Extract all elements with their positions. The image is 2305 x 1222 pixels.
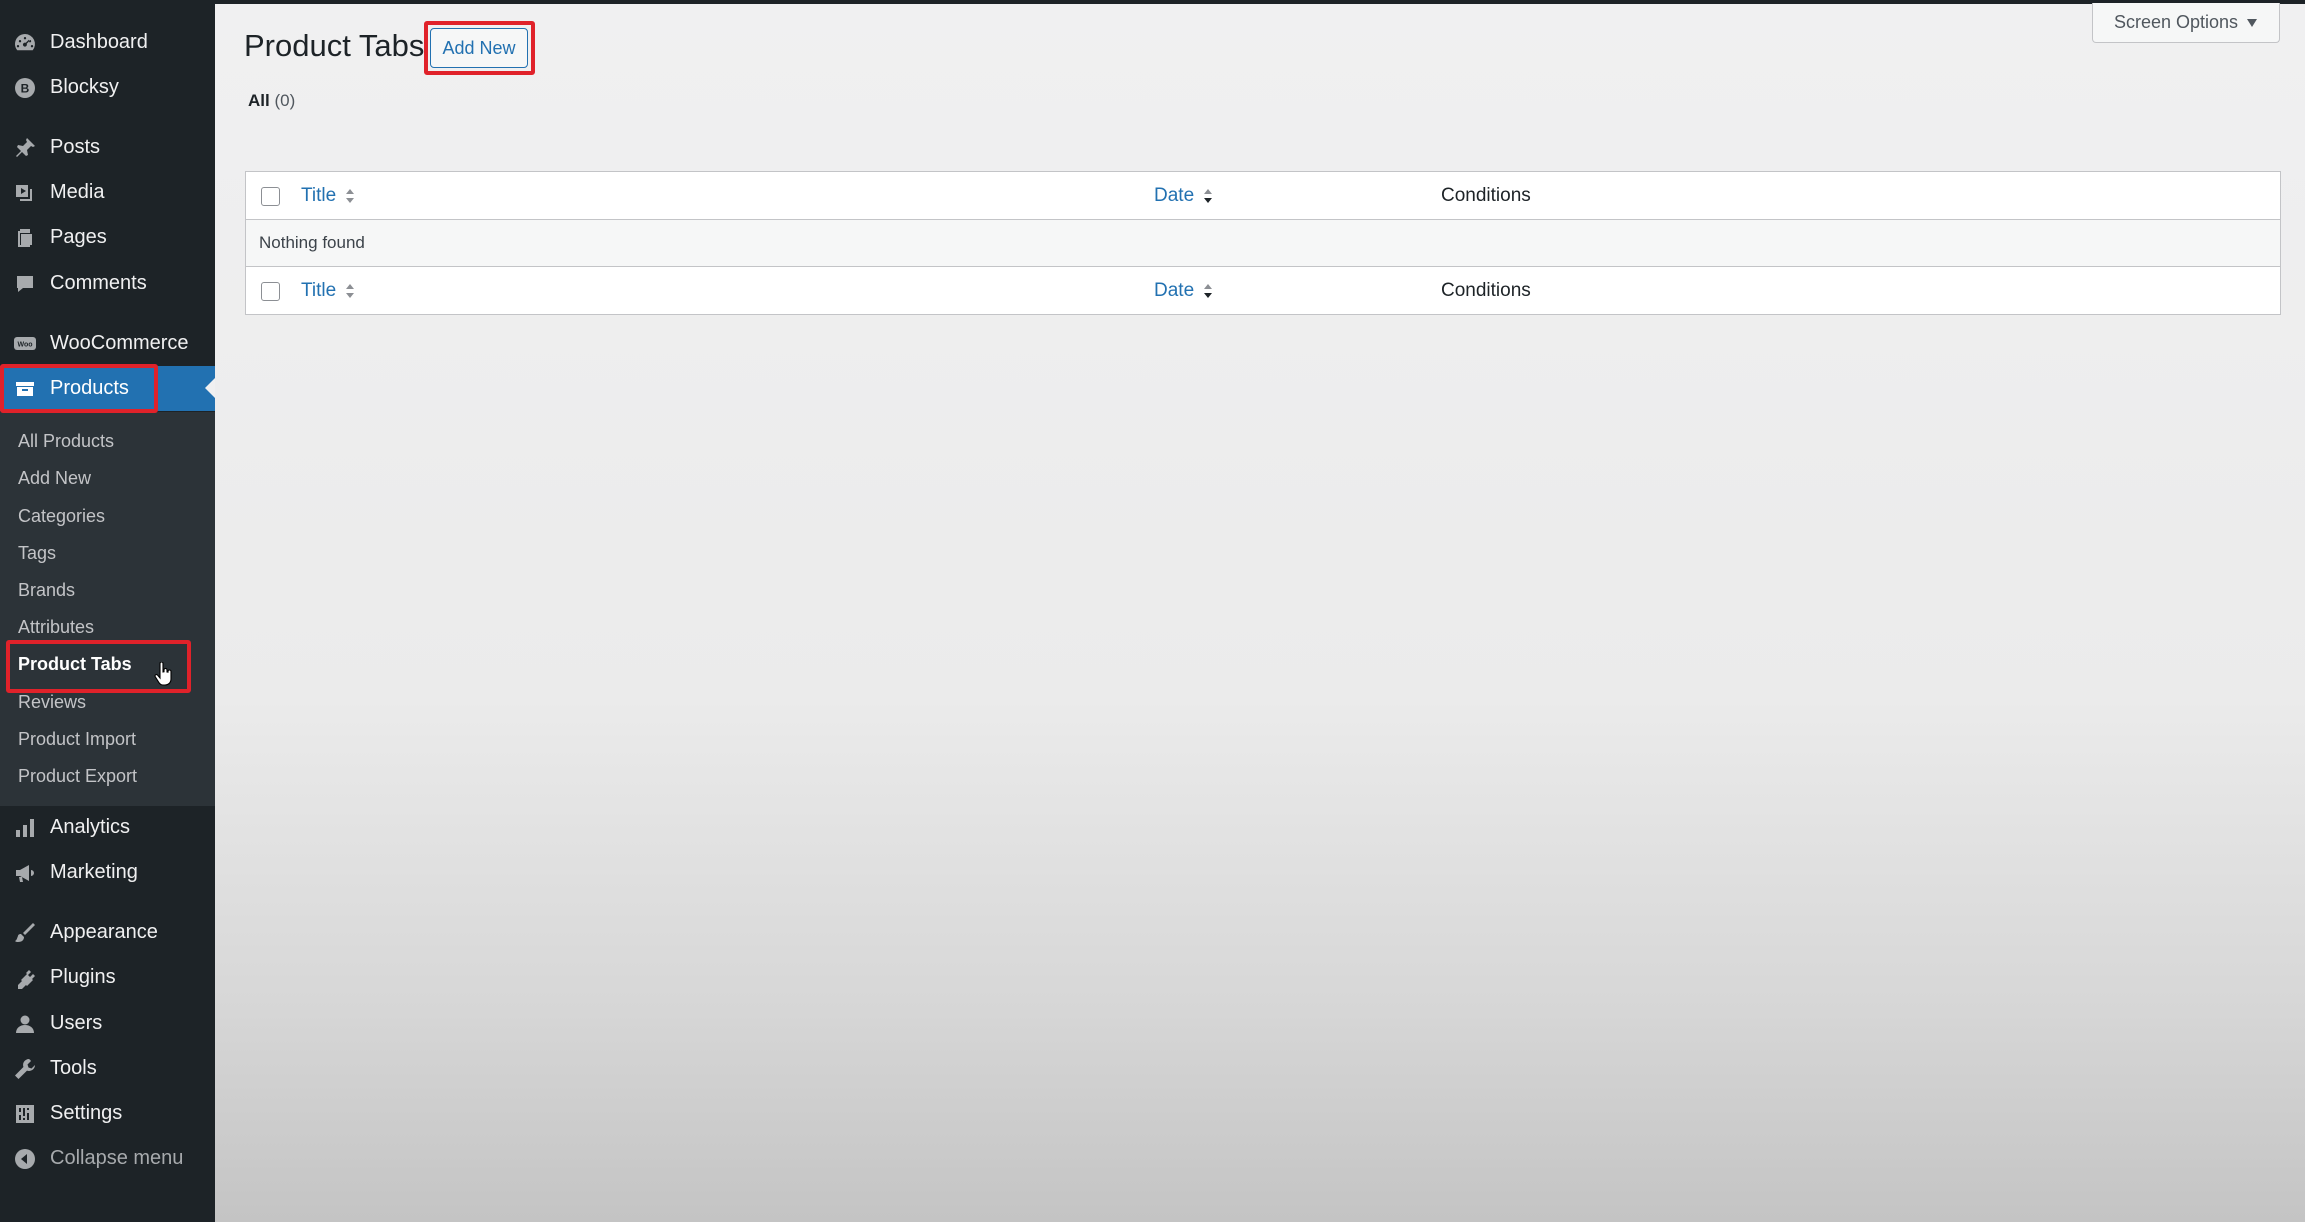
- submenu-item-product-export[interactable]: Product Export: [18, 761, 137, 791]
- sidebar-item-label: Comments: [50, 272, 147, 294]
- column-title-sort[interactable]: Title: [301, 185, 356, 207]
- sidebar-item-label: Plugins: [50, 966, 116, 988]
- screen-options-label: Screen Options: [2113, 12, 2239, 32]
- column-date-label: Date: [1154, 280, 1195, 301]
- sidebar-item-plugins[interactable]: Plugins: [0, 955, 215, 1000]
- svg-text:Woo: Woo: [17, 341, 32, 348]
- woo-icon: Woo: [12, 331, 38, 357]
- sort-desc-icon: [1204, 284, 1213, 298]
- sidebar-item-comments[interactable]: Comments: [0, 261, 215, 306]
- sidebar-item-label: Appearance: [50, 921, 158, 943]
- sidebar-item-media[interactable]: Media: [0, 170, 215, 215]
- submenu-item-brands[interactable]: Brands: [18, 575, 75, 605]
- wrench-icon: [12, 1056, 38, 1082]
- sidebar-item-label: Dashboard: [50, 31, 148, 53]
- table-row-empty: Nothing found: [246, 220, 2280, 267]
- column-date-sort[interactable]: Date: [1154, 185, 1214, 207]
- sidebar-item-label: Users: [50, 1012, 103, 1034]
- svg-text:B: B: [21, 81, 30, 95]
- submenu-item-add-new[interactable]: Add New: [18, 463, 91, 493]
- sidebar-item-label: Settings: [50, 1102, 123, 1124]
- sidebar-item-users[interactable]: Users: [0, 1001, 215, 1046]
- sidebar-item-appearance[interactable]: Appearance: [0, 910, 215, 955]
- column-title-label: Title: [301, 185, 337, 206]
- sidebar-item-marketing[interactable]: Marketing: [0, 850, 215, 895]
- submenu-item-attributes[interactable]: Attributes: [18, 612, 94, 642]
- submenu-item-product-import[interactable]: Product Import: [18, 724, 136, 754]
- sort-both-icon: [346, 189, 355, 203]
- sidebar-item-posts[interactable]: Posts: [0, 125, 215, 170]
- sidebar-item-label: Marketing: [50, 861, 138, 883]
- collapse-menu-button[interactable]: Collapse menu: [0, 1136, 215, 1181]
- sidebar-item-blocksy[interactable]: B Blocksy: [0, 65, 215, 110]
- sidebar-item-label: WooCommerce: [50, 332, 189, 354]
- column-title-sort-footer[interactable]: Title: [301, 280, 356, 302]
- empty-message: Nothing found: [259, 233, 365, 252]
- collapse-menu-label: Collapse menu: [50, 1147, 184, 1169]
- filter-all-count: (0): [274, 91, 296, 110]
- brush-icon: [12, 920, 38, 946]
- sidebar-item-label: Media: [50, 181, 105, 203]
- blocksy-icon: B: [12, 75, 38, 101]
- sort-both-icon: [346, 284, 355, 298]
- user-icon: [12, 1011, 38, 1037]
- table-header-row: Title Date Conditions: [246, 172, 2280, 220]
- sidebar-item-label: Pages: [50, 226, 107, 248]
- admin-sidebar: Dashboard B Blocksy Posts Media Pages Co…: [0, 0, 215, 1222]
- bar-chart-icon: [12, 815, 38, 841]
- column-title-label: Title: [301, 280, 337, 301]
- select-all-checkbox[interactable]: [261, 187, 280, 206]
- column-date-label: Date: [1154, 185, 1195, 206]
- pin-icon: [12, 135, 38, 161]
- wp-admin-screen: Dashboard B Blocksy Posts Media Pages Co…: [0, 0, 2305, 1222]
- sort-desc-icon: [1204, 189, 1213, 203]
- highlight-add-new: [424, 21, 535, 75]
- status-filter: All (0): [248, 91, 295, 111]
- sidebar-item-pages[interactable]: Pages: [0, 215, 215, 260]
- media-icon: [12, 180, 38, 206]
- page-title: Product Tabs: [244, 28, 425, 63]
- column-date-sort-footer[interactable]: Date: [1154, 280, 1214, 302]
- admin-top-bar: [0, 0, 2305, 4]
- page-icon: [12, 225, 38, 251]
- hand-cursor-icon: [154, 662, 172, 686]
- dashboard-icon: [12, 30, 38, 56]
- highlight-products: [0, 364, 158, 413]
- caret-down-icon: [2246, 12, 2258, 33]
- comment-icon: [12, 271, 38, 297]
- sidebar-item-woocommerce[interactable]: Woo WooCommerce: [0, 321, 215, 366]
- sidebar-item-dashboard[interactable]: Dashboard: [0, 20, 215, 65]
- collapse-arrow-icon: [12, 1146, 38, 1172]
- sidebar-item-label: Analytics: [50, 816, 131, 838]
- column-conditions-label: Conditions: [1441, 185, 1531, 206]
- product-tabs-table: Title Date Conditions Nothing found Titl…: [245, 171, 2281, 315]
- submenu-item-tags[interactable]: Tags: [18, 538, 56, 568]
- sidebar-item-tools[interactable]: Tools: [0, 1046, 215, 1091]
- column-conditions-label: Conditions: [1441, 280, 1531, 301]
- sidebar-item-label: Tools: [50, 1057, 97, 1079]
- submenu-item-all-products[interactable]: All Products: [18, 426, 114, 456]
- select-all-checkbox-footer[interactable]: [261, 282, 280, 301]
- sidebar-item-label: Posts: [50, 136, 101, 158]
- table-footer-row: Title Date Conditions: [246, 267, 2280, 314]
- screen-options-button[interactable]: Screen Options: [2092, 3, 2280, 43]
- filter-all-link[interactable]: All: [248, 91, 270, 110]
- sidebar-item-analytics[interactable]: Analytics: [0, 805, 215, 850]
- megaphone-icon: [12, 860, 38, 886]
- sidebar-item-settings[interactable]: Settings: [0, 1091, 215, 1136]
- products-submenu: All Products Add New Categories Tags Bra…: [0, 412, 215, 806]
- settings-icon: [12, 1101, 38, 1127]
- submenu-item-categories[interactable]: Categories: [18, 501, 105, 531]
- plug-icon: [12, 965, 38, 991]
- sidebar-item-label: Blocksy: [50, 76, 119, 98]
